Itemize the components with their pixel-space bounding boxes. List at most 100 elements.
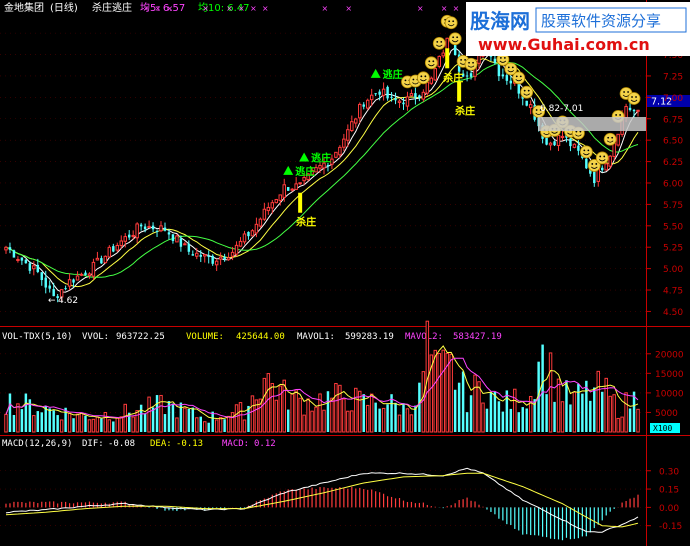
volume-bar-up	[87, 419, 92, 433]
volume-bar-down	[509, 408, 513, 432]
smiley-eye	[595, 163, 598, 165]
smiley-eye	[428, 60, 431, 63]
volume-bar-down	[326, 391, 330, 432]
volume-bar-down	[72, 418, 75, 432]
smiley-eye	[507, 66, 510, 69]
volume-bar-down	[501, 411, 505, 432]
candle-up	[147, 225, 151, 228]
candle-up	[115, 244, 120, 251]
candle-down	[191, 254, 195, 256]
volume-bar-up	[314, 406, 318, 433]
candle-up	[421, 91, 426, 100]
price-header: 金地集团 (日线) 杀庄逃庄 均5: 6.57 均10: 6.47	[4, 1, 250, 14]
candle-up	[79, 273, 84, 276]
price-range-box	[538, 117, 646, 131]
candle-down	[326, 165, 330, 167]
volume-bar-down	[569, 404, 572, 432]
volume-bar-up	[203, 421, 207, 433]
range-annotation: 6.82-7.01	[540, 104, 583, 114]
volume-bar-up	[473, 374, 477, 433]
candle-down	[553, 141, 556, 146]
sell-signal-bar	[445, 48, 450, 69]
chart-background	[0, 0, 690, 546]
volume-bar-down	[489, 392, 493, 432]
smiley-eye	[627, 91, 629, 93]
candle-down	[628, 107, 632, 111]
candle-up	[270, 202, 275, 209]
volume-bar-down	[24, 393, 28, 432]
price-tick-label: 6.25	[663, 158, 683, 168]
price-tick-label: 5.25	[663, 244, 683, 254]
candle-down	[418, 95, 421, 98]
vvol-value: 963722.25	[116, 332, 165, 342]
volume-bar-up	[616, 417, 620, 433]
signal-x-mark: ×	[238, 4, 245, 13]
candle-up	[175, 235, 179, 243]
candle-up	[262, 208, 267, 220]
volume-bar-up	[608, 395, 612, 433]
candle-down	[601, 167, 604, 171]
volume-bar-up	[238, 402, 243, 433]
smiley-face	[464, 57, 478, 71]
candle-up	[608, 155, 612, 167]
volume-bar-up	[381, 407, 386, 433]
smiley-eye	[611, 136, 614, 139]
smiley-eye	[460, 58, 463, 61]
buy-signal-label: 逃庄	[383, 68, 403, 81]
smiley-eye	[619, 114, 622, 116]
price-tick-label: 6.00	[663, 179, 683, 189]
indicator-name: 杀庄逃庄	[92, 1, 132, 14]
candle-down	[44, 277, 47, 288]
smiley-eye	[436, 40, 439, 43]
smiley-eye	[523, 89, 526, 92]
candle-up	[87, 273, 92, 276]
candle-up	[548, 142, 553, 146]
candle-down	[286, 187, 290, 191]
volume-bar-up	[183, 407, 187, 433]
candle-up	[234, 244, 239, 255]
volume-bar-up	[59, 419, 64, 433]
candle-down	[465, 75, 469, 77]
dea-value: -0.13	[176, 439, 203, 449]
volume-bar-up	[282, 379, 286, 433]
volume-bar-up	[195, 417, 199, 433]
candle-up	[159, 225, 163, 232]
volume-bar-down	[187, 409, 191, 432]
candle-down	[179, 238, 183, 247]
macd-title: MACD(12,26,9)	[2, 439, 72, 449]
candle-down	[20, 257, 24, 261]
volume-bar-down	[577, 383, 580, 432]
signal-x-mark: ×	[321, 4, 328, 13]
candle-down	[171, 234, 175, 241]
signal-x-mark: ×	[143, 4, 150, 13]
volume-bar-down	[12, 414, 16, 432]
signal-x-mark: ×	[155, 4, 162, 13]
smiley-eye	[519, 75, 522, 78]
candle-up	[302, 177, 306, 182]
macd-value: 0.12	[254, 439, 276, 449]
candle-up	[278, 194, 282, 201]
volume-bar-down	[493, 391, 497, 432]
candle-down	[394, 98, 397, 101]
smiley-eye	[607, 136, 610, 139]
volume-bar-down	[628, 408, 632, 432]
volume-bar-down	[601, 391, 604, 432]
volume-bar-down	[48, 408, 51, 432]
volume-bar-up	[159, 394, 163, 433]
stock-chart: 金地集团 (日线) 杀庄逃庄 均5: 6.57 均10: 6.47 × × × × × ×…	[0, 0, 690, 546]
macd-tick-label: 0.30	[659, 467, 679, 477]
low-price-annotation-arrow: ←	[48, 296, 56, 306]
price-tick-label: 4.75	[663, 287, 683, 297]
volume-bar-down	[545, 394, 548, 432]
volume-bar-up	[218, 416, 223, 433]
volume-bar-up	[449, 353, 453, 433]
volume-bar-up	[79, 412, 84, 433]
volume-bar-down	[378, 408, 381, 432]
candle-up	[294, 183, 298, 190]
smiley-face	[595, 151, 609, 165]
volume-bar-down	[211, 411, 214, 432]
volume-bar-down	[469, 395, 473, 432]
volume-bar-up	[290, 393, 294, 433]
candle-down	[36, 264, 40, 272]
volume-bar-up	[560, 401, 565, 433]
